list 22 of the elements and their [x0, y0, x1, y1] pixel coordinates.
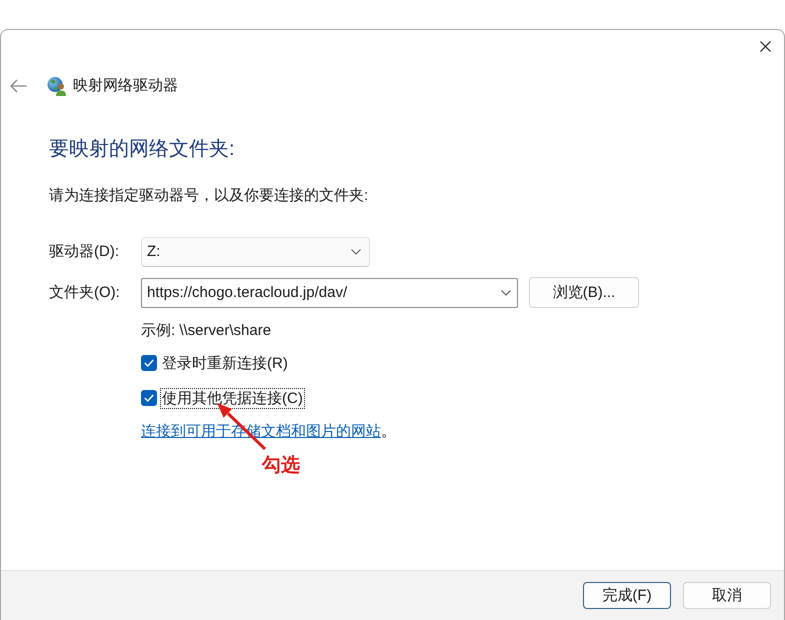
checkbox[interactable]: [141, 355, 157, 371]
window-title: 映射网络驱动器: [73, 76, 178, 96]
annotation-label: 勾选: [262, 455, 300, 477]
checkmark-icon: [144, 394, 154, 402]
chevron-down-icon[interactable]: [501, 290, 511, 296]
instruction-text: 请为连接指定驱动器号，以及你要连接的文件夹:: [49, 186, 368, 206]
field-label: 文件夹(O):: [49, 282, 121, 302]
chevron-down-icon[interactable]: [351, 248, 361, 254]
finish-button[interactable]: 完成(F): [583, 582, 671, 609]
cancel-button[interactable]: 取消: [683, 582, 771, 609]
example-text: 示例: \\server\share: [141, 321, 272, 341]
field-label: 驱动器(D):: [49, 242, 120, 262]
dropdown-field[interactable]: Z:: [141, 236, 370, 266]
close-icon[interactable]: [760, 40, 771, 52]
globe-person-icon: [47, 76, 67, 96]
back-arrow-icon[interactable]: [10, 79, 27, 93]
page-heading: 要映射的网络文件夹:: [49, 137, 235, 162]
checkmark-icon: [144, 359, 154, 367]
browse-button[interactable]: 浏览(B)...: [529, 277, 639, 308]
checkbox-label[interactable]: 登录时重新连接(R): [160, 352, 290, 374]
checkbox[interactable]: [141, 390, 157, 406]
combo-box-field[interactable]: https://chogo.teracloud.jp/dav/: [141, 278, 518, 308]
